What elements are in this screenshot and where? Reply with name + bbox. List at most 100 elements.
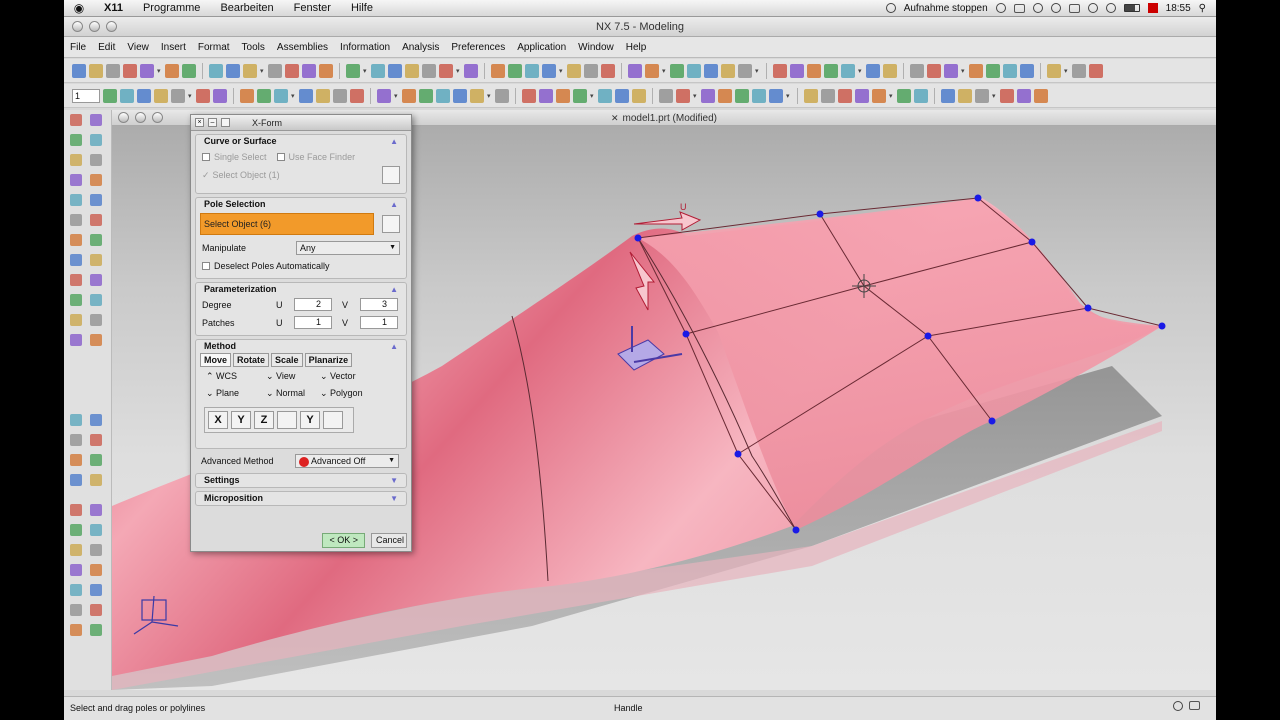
toolbar-tool-icon[interactable]: [377, 88, 391, 103]
collapse-icon[interactable]: ▲: [390, 135, 398, 148]
input-flag-icon[interactable]: [1147, 3, 1158, 13]
toolbar-dropdown-icon[interactable]: ▾: [487, 92, 492, 100]
left-tool-icon[interactable]: [70, 504, 82, 516]
clock[interactable]: 18:55: [1166, 3, 1191, 14]
left-tool-icon[interactable]: [90, 334, 102, 346]
pole[interactable]: [1084, 304, 1092, 312]
clock-icon[interactable]: [1032, 3, 1043, 13]
left-tool-icon[interactable]: [90, 194, 102, 206]
left-tool-icon[interactable]: [70, 314, 82, 326]
option-view[interactable]: ⌄ View: [266, 371, 320, 382]
toolbar-tool-icon[interactable]: [495, 88, 509, 103]
left-tool-icon[interactable]: [90, 504, 102, 516]
toolbar-tool-icon[interactable]: [140, 63, 154, 78]
toolbar-tool-icon[interactable]: [371, 63, 385, 78]
toolbar-tool-icon[interactable]: [299, 88, 313, 103]
group-microposition[interactable]: Microposition ▼: [195, 491, 407, 506]
select-object-row[interactable]: ✓ Select Object (1): [196, 166, 406, 184]
toolbar-dropdown-icon[interactable]: ▾: [889, 92, 894, 100]
degree-u-spinner[interactable]: 2: [294, 298, 332, 311]
close-icon[interactable]: [72, 21, 83, 32]
toolbar-tool-icon[interactable]: [171, 88, 185, 103]
toolbar-tool-icon[interactable]: [969, 63, 983, 78]
select-pole-icon[interactable]: [382, 215, 400, 233]
left-tool-icon[interactable]: [90, 234, 102, 246]
viewport-minimize-icon[interactable]: [135, 112, 146, 123]
toolbar-tool-icon[interactable]: [897, 88, 911, 103]
toolbar-tool-icon[interactable]: [615, 88, 629, 103]
left-tool-icon[interactable]: [90, 174, 102, 186]
left-tool-icon[interactable]: [90, 604, 102, 616]
left-tool-icon[interactable]: [70, 174, 82, 186]
toolbar-tool-icon[interactable]: [1034, 88, 1048, 103]
menu-preferences[interactable]: Preferences: [445, 42, 511, 53]
menu-information[interactable]: Information: [334, 42, 396, 53]
recording-label[interactable]: Aufnahme stoppen: [904, 3, 988, 14]
toolbar-tool-icon[interactable]: [419, 88, 433, 103]
left-tool-icon[interactable]: [70, 414, 82, 426]
left-tool-icon[interactable]: [70, 624, 82, 636]
toolbar-tool-icon[interactable]: [804, 88, 818, 103]
wifi-icon[interactable]: [1050, 3, 1061, 13]
ok-button[interactable]: < OK >: [322, 532, 365, 548]
toolbar-tool-icon[interactable]: [556, 88, 570, 103]
volume-icon[interactable]: [1105, 3, 1116, 13]
select-poles-field[interactable]: Select Object (6): [200, 213, 374, 235]
toolbar-tool-icon[interactable]: [645, 63, 659, 78]
use-face-finder-checkbox[interactable]: [276, 153, 285, 161]
toolbar-dropdown-icon[interactable]: ▾: [590, 92, 595, 100]
option-wcs[interactable]: ⌃ WCS: [206, 371, 266, 382]
toolbar-tool-icon[interactable]: [346, 63, 360, 78]
dialog-close-icon[interactable]: ×: [195, 118, 204, 127]
left-tool-icon[interactable]: [70, 114, 82, 126]
toolbar-tool-icon[interactable]: [752, 88, 766, 103]
collapse-icon[interactable]: ▲: [390, 283, 398, 296]
left-tool-icon[interactable]: [90, 114, 102, 126]
option-polygon[interactable]: ⌄ Polygon: [320, 388, 380, 399]
toolbar-tool-icon[interactable]: [436, 88, 450, 103]
toolbar-tool-icon[interactable]: [120, 88, 134, 103]
toolbar-tool-icon[interactable]: [573, 88, 587, 103]
menu-bearbeiten[interactable]: Bearbeiten: [210, 2, 283, 14]
expand-icon[interactable]: ▼: [390, 492, 398, 505]
toolbar-tool-icon[interactable]: [464, 63, 478, 78]
toolbar-tool-icon[interactable]: [302, 63, 316, 78]
status-square-icon[interactable]: [1189, 701, 1200, 710]
pole[interactable]: [988, 417, 996, 425]
group-header[interactable]: Settings ▼: [196, 474, 406, 487]
patches-u-spinner[interactable]: 1: [294, 316, 332, 329]
toolbar-tool-icon[interactable]: [333, 88, 347, 103]
toolbar-tool-icon[interactable]: [975, 88, 989, 103]
left-tool-icon[interactable]: [70, 254, 82, 266]
toolbar-dropdown-icon[interactable]: ▾: [363, 67, 368, 75]
left-tool-icon[interactable]: [70, 474, 82, 486]
pole[interactable]: [634, 234, 642, 242]
pole[interactable]: [816, 210, 824, 218]
toolbar-tool-icon[interactable]: [1072, 63, 1086, 78]
toolbar-tool-icon[interactable]: [866, 63, 880, 78]
menu-window[interactable]: Window: [572, 42, 620, 53]
group-header[interactable]: Microposition ▼: [196, 492, 406, 505]
toolbar-tool-icon[interactable]: [1020, 63, 1034, 78]
toolbar-tool-icon[interactable]: [268, 63, 282, 78]
collapse-icon[interactable]: ▲: [390, 340, 398, 353]
toolbar-tool-icon[interactable]: [453, 88, 467, 103]
toolbar-dropdown-icon[interactable]: ▾: [394, 92, 399, 100]
toolbar-tool-icon[interactable]: [319, 63, 333, 78]
menu-x11[interactable]: X11: [94, 2, 133, 14]
menu-edit[interactable]: Edit: [92, 42, 121, 53]
toolbar-tool-icon[interactable]: [89, 63, 103, 78]
toolbar-tool-icon[interactable]: [670, 63, 684, 78]
zx-plane-button[interactable]: [323, 411, 343, 429]
collapse-icon[interactable]: ▲: [390, 198, 398, 211]
window-icon[interactable]: [1013, 3, 1025, 13]
tab-rotate[interactable]: Rotate: [233, 353, 270, 367]
toolbar-tool-icon[interactable]: [388, 63, 402, 78]
toolbar-tool-icon[interactable]: [165, 63, 179, 78]
z-axis-button[interactable]: Z: [254, 411, 274, 429]
toolbar-dropdown-icon[interactable]: ▾: [786, 92, 791, 100]
work-layer-field[interactable]: 1: [72, 88, 100, 103]
tab-scale[interactable]: Scale: [271, 353, 303, 367]
left-tool-icon[interactable]: [70, 334, 82, 346]
toolbar-tool-icon[interactable]: [439, 63, 453, 78]
